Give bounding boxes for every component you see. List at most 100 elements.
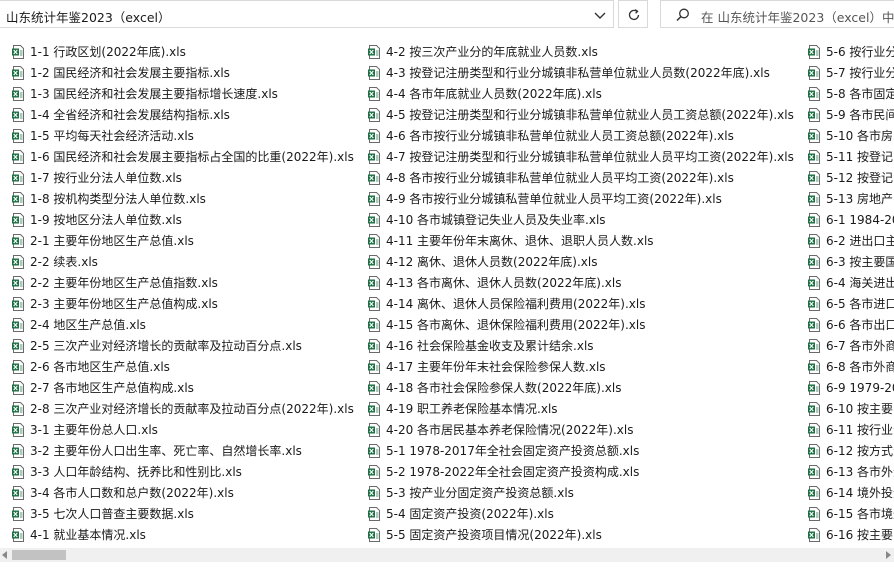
excel-file-icon bbox=[368, 192, 381, 206]
excel-file-icon bbox=[808, 276, 821, 290]
file-name: 5-8 各市固定 bbox=[826, 87, 894, 101]
excel-file-icon bbox=[12, 150, 25, 164]
file-name: 5-11 按登记 bbox=[826, 150, 894, 164]
excel-file-icon bbox=[368, 87, 381, 101]
file-name: 2-3 主要年份地区生产总值构成.xls bbox=[30, 297, 218, 311]
file-name: 4-6 各市按行业分城镇非私营单位就业人员工资总额(2022年).xls bbox=[386, 129, 734, 143]
file-name: 6-11 按行业分 bbox=[826, 423, 894, 437]
excel-file-icon bbox=[12, 234, 25, 248]
excel-file-icon bbox=[808, 87, 821, 101]
excel-file-icon bbox=[808, 486, 821, 500]
excel-file-icon bbox=[12, 171, 25, 185]
excel-file-icon bbox=[12, 213, 25, 227]
excel-file-icon bbox=[12, 192, 25, 206]
file-name: 6-6 各市出口 bbox=[826, 318, 894, 332]
file-name: 6-1 1984-20 bbox=[826, 213, 894, 227]
excel-file-icon bbox=[12, 444, 25, 458]
horizontal-scrollbar[interactable] bbox=[0, 548, 894, 562]
excel-file-icon bbox=[808, 360, 821, 374]
excel-file-icon bbox=[368, 318, 381, 332]
file-name: 1-7 按行业分法人单位数.xls bbox=[30, 171, 182, 185]
excel-file-icon bbox=[368, 444, 381, 458]
excel-file-icon bbox=[12, 423, 25, 437]
search-icon bbox=[676, 8, 689, 22]
excel-file-icon bbox=[12, 66, 25, 80]
excel-file-icon bbox=[12, 528, 25, 542]
excel-file-icon bbox=[808, 213, 821, 227]
excel-file-icon bbox=[368, 402, 381, 416]
excel-file-icon bbox=[808, 528, 821, 542]
file-name: 6-5 各市进口 bbox=[826, 297, 894, 311]
file-name: 6-16 按主要国 bbox=[826, 528, 894, 542]
excel-file-icon bbox=[12, 339, 25, 353]
file-name: 1-2 国民经济和社会发展主要指标.xls bbox=[30, 66, 230, 80]
excel-file-icon bbox=[808, 129, 821, 143]
file-name: 1-1 行政区划(2022年底).xls bbox=[30, 45, 186, 59]
excel-file-icon bbox=[12, 108, 25, 122]
file-name: 4-12 离休、退休人员数(2022年底).xls bbox=[386, 255, 598, 269]
file-name: 1-9 按地区分法人单位数.xls bbox=[30, 213, 182, 227]
excel-file-icon bbox=[368, 507, 381, 521]
file-name: 3-2 主要年份人口出生率、死亡率、自然增长率.xls bbox=[30, 444, 302, 458]
file-name: 6-8 各市外商 bbox=[826, 360, 894, 374]
excel-file-icon bbox=[368, 297, 381, 311]
file-name: 5-5 固定资产投资项目情况(2022年).xls bbox=[386, 528, 602, 542]
file-name: 4-9 各市按行业分城镇私营单位就业人员平均工资(2022年).xls bbox=[386, 192, 722, 206]
scroll-left-icon[interactable] bbox=[2, 551, 7, 559]
file-name: 4-13 各市离休、退休人员数(2022年底).xls bbox=[386, 276, 622, 290]
excel-file-icon bbox=[808, 234, 821, 248]
file-name: 6-13 各市外资 bbox=[826, 465, 894, 479]
file-name: 2-4 地区生产总值.xls bbox=[30, 318, 146, 332]
refresh-button[interactable] bbox=[618, 0, 648, 28]
file-name: 4-17 主要年份年末社会保险参保人数.xls bbox=[386, 360, 606, 374]
file-name: 4-10 各市城镇登记失业人员及失业率.xls bbox=[386, 213, 606, 227]
file-name: 6-7 各市外商 bbox=[826, 339, 894, 353]
excel-file-icon bbox=[808, 318, 821, 332]
excel-file-icon bbox=[808, 297, 821, 311]
file-name: 6-10 按主要 bbox=[826, 402, 894, 416]
excel-file-icon bbox=[368, 276, 381, 290]
excel-file-icon bbox=[808, 255, 821, 269]
excel-file-icon bbox=[368, 465, 381, 479]
search-placeholder: 在 山东统计年鉴2023（excel）中... bbox=[701, 10, 894, 25]
scroll-right-icon[interactable] bbox=[886, 551, 891, 559]
file-name: 2-7 各市地区生产总值构成.xls bbox=[30, 381, 194, 395]
file-name: 4-15 各市离休、退休保险福利费用(2022年).xls bbox=[386, 318, 646, 332]
file-name: 5-7 按行业分 bbox=[826, 66, 894, 80]
file-name: 3-1 主要年份总人口.xls bbox=[30, 423, 158, 437]
excel-file-icon bbox=[368, 528, 381, 542]
scrollbar-thumb[interactable] bbox=[12, 550, 66, 560]
excel-file-icon bbox=[368, 486, 381, 500]
file-name: 4-19 职工养老保险基本情况.xls bbox=[386, 402, 558, 416]
excel-file-icon bbox=[368, 213, 381, 227]
file-name: 4-14 离休、退休人员保险福利费用(2022年).xls bbox=[386, 297, 646, 311]
excel-file-icon bbox=[808, 465, 821, 479]
excel-file-icon bbox=[12, 486, 25, 500]
file-name: 6-4 海关进出 bbox=[826, 276, 894, 290]
excel-file-icon bbox=[12, 507, 25, 521]
file-name: 4-7 按登记注册类型和行业分城镇非私营单位就业人员平均工资(2022年).xl… bbox=[386, 150, 794, 164]
search-box[interactable]: 在 山东统计年鉴2023（excel）中... bbox=[660, 0, 894, 28]
address-path[interactable]: 山东统计年鉴2023（excel） bbox=[6, 7, 171, 26]
file-name: 5-13 房地产 bbox=[826, 192, 894, 206]
file-name: 4-1 就业基本情况.xls bbox=[30, 528, 146, 542]
file-name: 4-5 按登记注册类型和行业分城镇非私营单位就业人员工资总额(2022年).xl… bbox=[386, 108, 794, 122]
file-name: 4-8 各市按行业分城镇非私营单位就业人员平均工资(2022年).xls bbox=[386, 171, 734, 185]
excel-file-icon bbox=[368, 360, 381, 374]
file-name: 2-8 三次产业对经济增长的贡献率及拉动百分点(2022年).xls bbox=[30, 402, 354, 416]
file-name: 2-2 续表.xls bbox=[30, 255, 98, 269]
address-bar[interactable]: 山东统计年鉴2023（excel） bbox=[0, 0, 614, 28]
file-name: 4-2 按三次产业分的年底就业人员数.xls bbox=[386, 45, 598, 59]
excel-file-icon bbox=[12, 402, 25, 416]
excel-file-icon bbox=[808, 66, 821, 80]
excel-file-icon bbox=[808, 444, 821, 458]
excel-file-icon bbox=[808, 192, 821, 206]
excel-file-icon bbox=[368, 171, 381, 185]
excel-file-icon bbox=[808, 171, 821, 185]
file-name: 6-9 1979-20 bbox=[826, 381, 894, 395]
file-name: 5-1 1978-2017年全社会固定资产投资总额.xls bbox=[386, 444, 640, 458]
chevron-down-icon[interactable] bbox=[592, 7, 608, 23]
excel-file-icon bbox=[368, 381, 381, 395]
excel-file-icon bbox=[368, 234, 381, 248]
excel-file-icon bbox=[808, 45, 821, 59]
